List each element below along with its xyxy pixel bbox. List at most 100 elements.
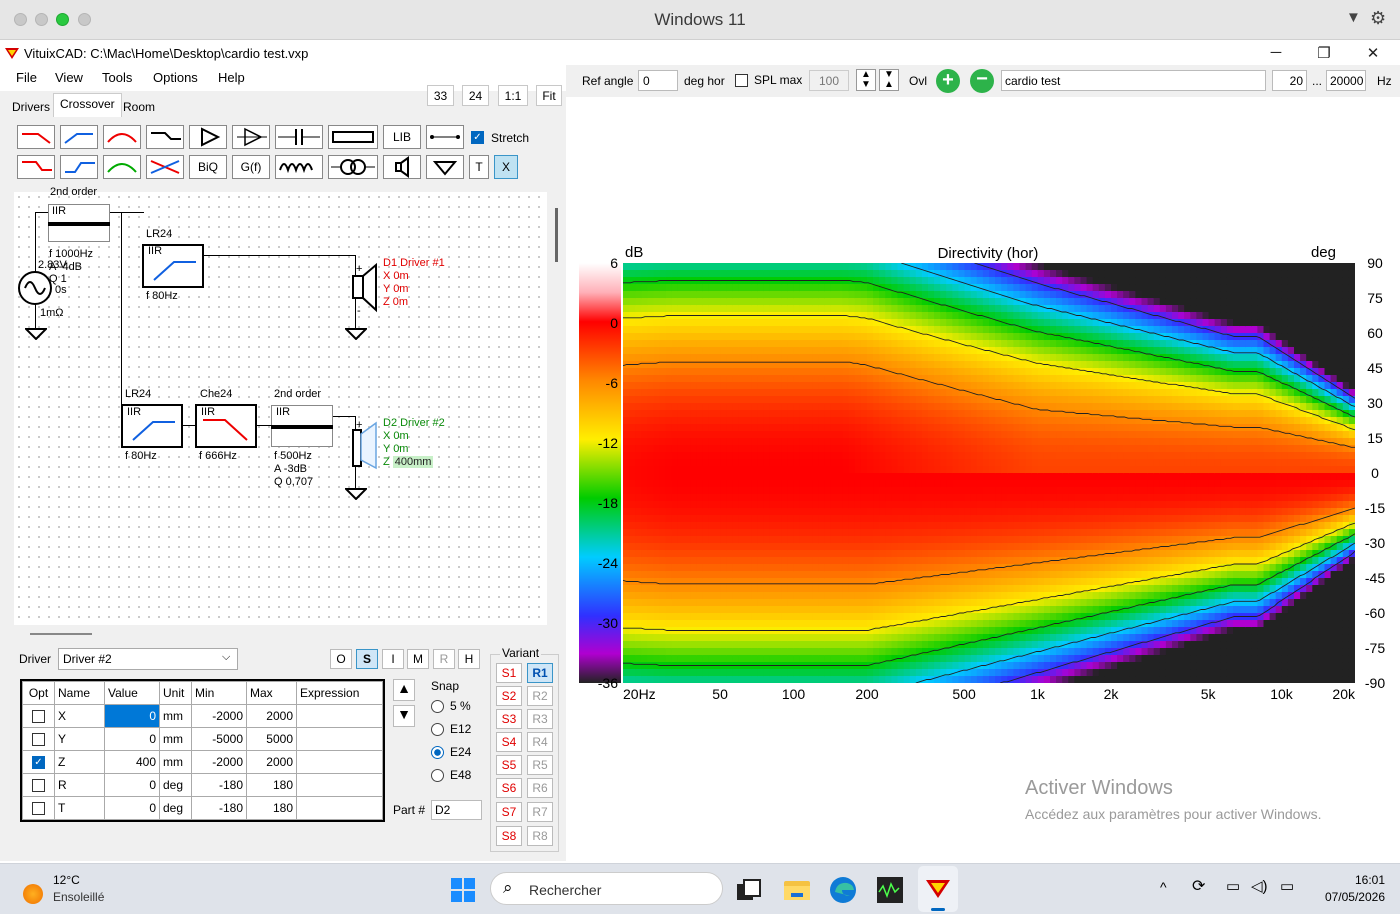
opt-checkbox[interactable] bbox=[22, 727, 55, 751]
mode-o-button[interactable]: O bbox=[330, 649, 352, 669]
variant-s3-button[interactable]: S3 bbox=[496, 709, 522, 729]
variant-r2-button[interactable]: R2 bbox=[527, 686, 553, 706]
lowpass-tool[interactable] bbox=[17, 125, 55, 149]
param-min[interactable]: -5000 bbox=[191, 727, 247, 751]
opamp-tool[interactable] bbox=[232, 125, 270, 149]
param-max[interactable]: 2000 bbox=[246, 750, 297, 774]
opt-checkbox[interactable] bbox=[22, 796, 55, 820]
highpass2-tool[interactable] bbox=[60, 155, 98, 179]
param-expression[interactable] bbox=[296, 773, 383, 797]
minimize-button[interactable]: ─ bbox=[1256, 44, 1296, 64]
param-max[interactable]: 180 bbox=[246, 773, 297, 797]
table-row[interactable]: R 0 deg -180 180 bbox=[22, 773, 383, 797]
menu-options[interactable]: Options bbox=[153, 70, 198, 85]
tab-room[interactable]: Room bbox=[123, 97, 155, 117]
snap-option[interactable]: E24 bbox=[431, 745, 471, 760]
zoom-33-button[interactable]: 33 bbox=[427, 85, 454, 106]
transformer-tool[interactable] bbox=[328, 155, 378, 179]
mode-i-button[interactable]: I bbox=[382, 649, 404, 669]
gear-icon[interactable]: ⚙ bbox=[1370, 8, 1386, 29]
variant-s5-button[interactable]: S5 bbox=[496, 755, 522, 775]
bandpass-tool[interactable] bbox=[103, 125, 141, 149]
param-value[interactable]: 0 bbox=[104, 773, 160, 797]
inductor-tool[interactable] bbox=[275, 155, 323, 179]
zoom-24-button[interactable]: 24 bbox=[462, 85, 489, 106]
param-min[interactable]: -2000 bbox=[191, 750, 247, 774]
biquad-tool[interactable]: BiQ bbox=[189, 155, 227, 179]
schematic-scrollbar[interactable] bbox=[555, 208, 558, 262]
param-expression[interactable] bbox=[296, 796, 383, 820]
menu-tools[interactable]: Tools bbox=[102, 70, 132, 85]
freq-min-input[interactable]: 20 bbox=[1272, 70, 1307, 91]
driver-select[interactable]: Driver #2 ⌵ bbox=[58, 648, 238, 670]
menu-help[interactable]: Help bbox=[218, 70, 245, 85]
variant-s4-button[interactable]: S4 bbox=[496, 732, 522, 752]
param-expression[interactable] bbox=[296, 750, 383, 774]
directivity-heatmap[interactable]: 60-6-12-18-24-30-36 20Hz 50 100 200 500 1k 2k 5… bbox=[578, 99, 1393, 844]
table-row[interactable]: X 0 mm -2000 2000 bbox=[22, 704, 383, 728]
variant-r4-button[interactable]: R4 bbox=[527, 732, 553, 752]
driver2-z-value[interactable]: 400mm bbox=[392, 456, 434, 468]
variant-r8-button[interactable]: R8 bbox=[527, 826, 553, 846]
table-row[interactable]: ✓ Z 400 mm -2000 2000 bbox=[22, 750, 383, 774]
step-up-button[interactable]: ▲ bbox=[393, 679, 415, 701]
allpass-tool[interactable] bbox=[146, 155, 184, 179]
spl-spin-button[interactable]: ▲ ▼ bbox=[856, 69, 876, 91]
tab-drivers[interactable]: Drivers bbox=[12, 97, 50, 117]
spl-max-input[interactable]: 100 bbox=[809, 70, 849, 91]
resistor-tool[interactable] bbox=[328, 125, 378, 149]
menu-view[interactable]: View bbox=[55, 70, 83, 85]
param-value[interactable]: 0 bbox=[104, 704, 160, 728]
param-max[interactable]: 5000 bbox=[246, 727, 297, 751]
mode-m-button[interactable]: M bbox=[407, 649, 429, 669]
variant-s8-button[interactable]: S8 bbox=[496, 826, 522, 846]
gf-tool[interactable]: G(f) bbox=[232, 155, 270, 179]
param-min[interactable]: -180 bbox=[191, 773, 247, 797]
param-expression[interactable] bbox=[296, 704, 383, 728]
mode-s-button[interactable]: S bbox=[356, 649, 378, 669]
driver2-speaker-icon[interactable]: + bbox=[350, 420, 382, 472]
lowpass2-tool[interactable] bbox=[17, 155, 55, 179]
text-tool[interactable]: T bbox=[469, 155, 489, 179]
zoom-1to1-button[interactable]: 1:1 bbox=[498, 85, 528, 106]
maximize-button[interactable]: ❐ bbox=[1304, 44, 1344, 64]
part-input[interactable]: D2 bbox=[431, 800, 482, 820]
variant-r1-button[interactable]: R1 bbox=[527, 663, 553, 683]
remove-overlay-button[interactable]: − bbox=[970, 69, 994, 93]
variant-r7-button[interactable]: R7 bbox=[527, 802, 553, 822]
opt-checkbox[interactable] bbox=[22, 704, 55, 728]
variant-s2-button[interactable]: S2 bbox=[496, 686, 522, 706]
snap-option[interactable]: E12 bbox=[431, 722, 471, 737]
menu-file[interactable]: File bbox=[16, 70, 37, 85]
shelf-tool[interactable] bbox=[146, 125, 184, 149]
variant-s1-button[interactable]: S1 bbox=[496, 663, 522, 683]
library-button[interactable]: LIB bbox=[383, 125, 421, 149]
mode-h-button[interactable]: H bbox=[458, 649, 480, 669]
add-overlay-button[interactable]: + bbox=[936, 69, 960, 93]
param-value[interactable]: 0 bbox=[104, 796, 160, 820]
stretch-checkbox[interactable]: ✓ bbox=[471, 130, 484, 145]
close-button[interactable]: ✕ bbox=[1353, 44, 1393, 64]
param-value[interactable]: 0 bbox=[104, 727, 160, 751]
variant-r5-button[interactable]: R5 bbox=[527, 755, 553, 775]
spl-max-checkbox[interactable] bbox=[735, 73, 748, 88]
step-down-button[interactable]: ▼ bbox=[393, 705, 415, 727]
tab-crossover[interactable]: Crossover bbox=[53, 93, 122, 117]
param-max[interactable]: 180 bbox=[246, 796, 297, 820]
driver1-name[interactable]: D1 Driver #1 bbox=[383, 257, 445, 269]
zoom-fit-button[interactable]: Fit bbox=[536, 85, 562, 106]
ground-tool[interactable] bbox=[426, 155, 464, 179]
snap-option[interactable]: 5 % bbox=[431, 699, 471, 714]
param-value[interactable]: 400 bbox=[104, 750, 160, 774]
speaker-tool[interactable] bbox=[383, 155, 421, 179]
snap-option[interactable]: E48 bbox=[431, 768, 471, 783]
variant-s6-button[interactable]: S6 bbox=[496, 778, 522, 798]
driver1-speaker-icon[interactable]: +- bbox=[350, 262, 382, 314]
param-min[interactable]: -180 bbox=[191, 796, 247, 820]
variant-s7-button[interactable]: S7 bbox=[496, 802, 522, 822]
variant-r3-button[interactable]: R3 bbox=[527, 709, 553, 729]
hourglass-button[interactable]: ▼ ▲ bbox=[879, 69, 899, 91]
param-max[interactable]: 2000 bbox=[246, 704, 297, 728]
opt-checkbox[interactable] bbox=[22, 773, 55, 797]
chevron-down-icon[interactable]: ▼ bbox=[1346, 9, 1361, 26]
